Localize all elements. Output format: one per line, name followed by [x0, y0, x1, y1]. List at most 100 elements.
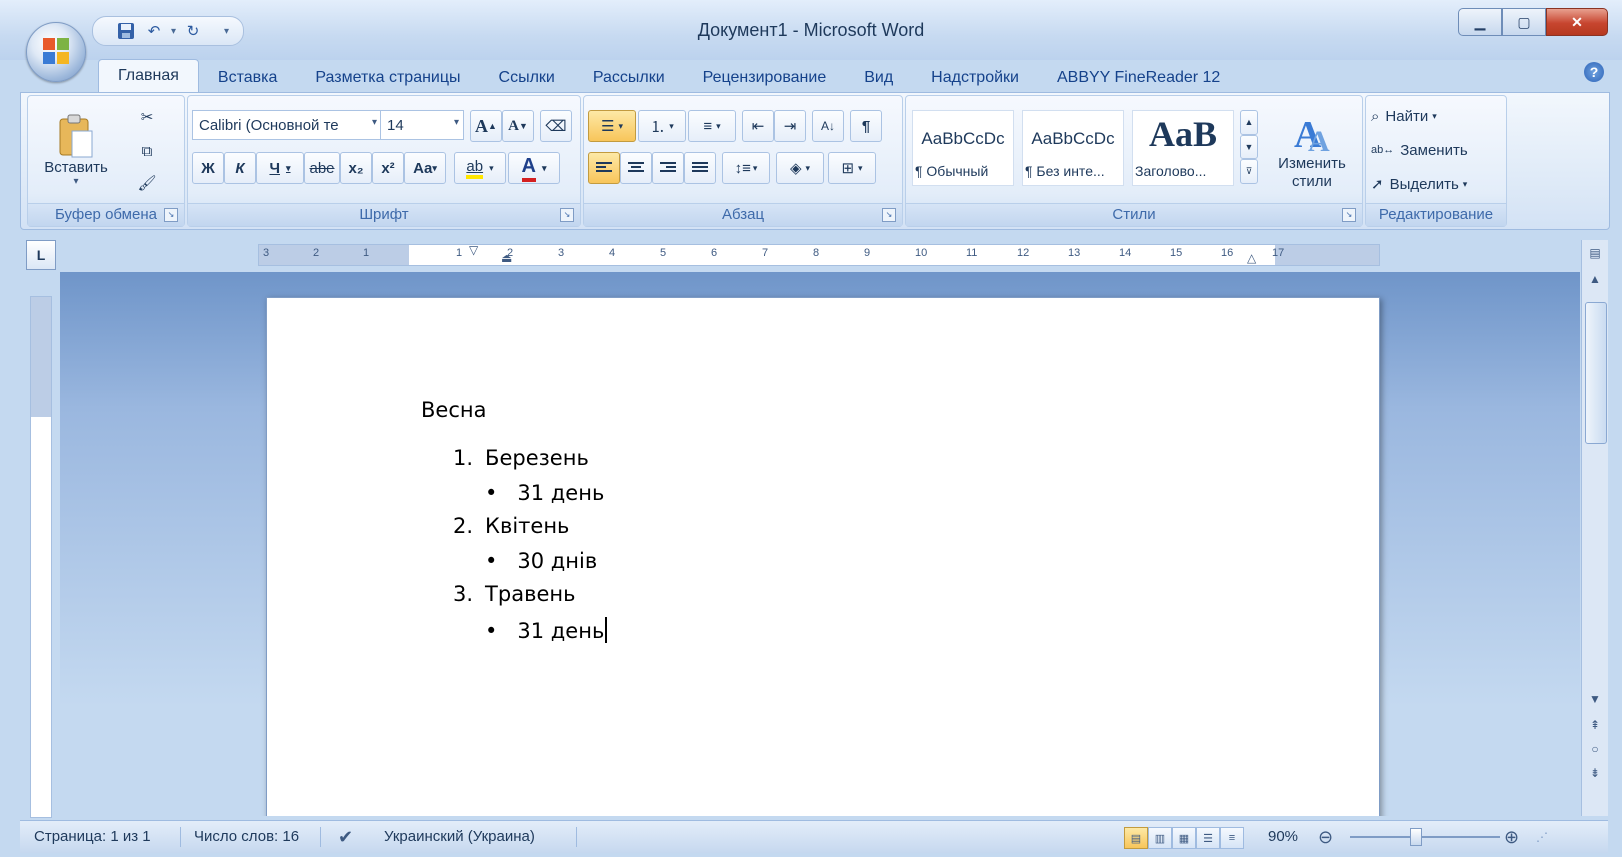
vertical-scrollbar[interactable]: ▤ ▲ ▼ ⇞ ○ ⇟ — [1581, 240, 1608, 816]
borders-button[interactable]: ⊞ ▾ — [828, 152, 876, 184]
zoom-in-icon[interactable]: ⊕ — [1504, 821, 1519, 853]
list-item[interactable]: 2. Квітень — [453, 514, 569, 538]
italic-button[interactable]: К — [224, 152, 256, 184]
zoom-out-icon[interactable]: ⊖ — [1318, 821, 1333, 853]
superscript-button[interactable]: x² — [372, 152, 404, 184]
language-indicator[interactable]: Украинский (Украина) — [384, 821, 535, 853]
multilevel-list-button[interactable]: ≡ ▾ — [688, 110, 736, 142]
list-subitem[interactable]: • 30 днів — [485, 549, 597, 573]
tab-references[interactable]: Ссылки — [480, 64, 574, 92]
shrink-font-button[interactable]: A ▼ — [502, 110, 534, 142]
tab-abbyy[interactable]: ABBYY FineReader 12 — [1038, 64, 1239, 92]
font-color-button[interactable]: A ▾ — [508, 152, 560, 184]
style-heading[interactable]: AaB Заголово... — [1132, 110, 1234, 186]
subscript-button[interactable]: x₂ — [340, 152, 372, 184]
list-subitem[interactable]: • 31 день — [485, 617, 608, 643]
vertical-ruler[interactable] — [30, 296, 52, 818]
font-name-combo[interactable]: Calibri (Основной те ▾ — [192, 110, 382, 140]
right-indent-marker[interactable]: △ — [1247, 251, 1256, 265]
underline-button[interactable]: Ч ▾ — [256, 152, 304, 184]
styles-launcher-icon[interactable]: ↘ — [1342, 208, 1356, 222]
scroll-down-icon[interactable]: ▼ — [1584, 688, 1606, 710]
cut-icon[interactable]: ✂ — [134, 104, 160, 130]
zoom-level[interactable]: 90% — [1268, 821, 1298, 853]
minimize-button[interactable]: ▁ — [1458, 8, 1502, 36]
change-styles-button[interactable]: A A Изменить стили — [1266, 100, 1358, 202]
doc-heading[interactable]: Весна — [421, 398, 486, 422]
style-no-spacing[interactable]: AaBbCcDc ¶ Без инте... — [1022, 110, 1124, 186]
horizontal-ruler[interactable]: 3 2 1 1 2 3 4 5 6 7 8 9 10 11 12 13 14 15 16 17 ▽ ⏏ △ — [258, 243, 1380, 266]
browse-object-icon[interactable]: ○ — [1584, 738, 1606, 760]
previous-page-icon[interactable]: ⇞ — [1584, 714, 1606, 736]
bold-button[interactable]: Ж — [192, 152, 224, 184]
scroll-up-icon[interactable]: ▲ — [1584, 268, 1606, 290]
hanging-indent-marker[interactable]: ⏏ — [501, 251, 512, 265]
maximize-button[interactable]: ▢ — [1502, 8, 1546, 36]
tab-insert[interactable]: Вставка — [199, 64, 296, 92]
tab-addins[interactable]: Надстройки — [912, 64, 1038, 92]
list-subitem[interactable]: • 31 день — [485, 481, 604, 505]
web-layout-icon[interactable]: ▦ — [1172, 827, 1196, 849]
strikethrough-button[interactable]: abe — [304, 152, 340, 184]
clipboard-launcher-icon[interactable]: ↘ — [164, 208, 178, 222]
ruler-toggle-icon[interactable]: ▤ — [1584, 242, 1606, 264]
tab-mailings[interactable]: Рассылки — [574, 64, 684, 92]
decrease-indent-button[interactable]: ⇤ — [742, 110, 774, 142]
help-icon[interactable]: ? — [1584, 62, 1604, 82]
align-left-button[interactable] — [588, 152, 620, 184]
select-button[interactable]: ➚ Выделить ▾ — [1370, 170, 1502, 198]
proofing-icon[interactable]: ✔ — [338, 821, 353, 853]
styles-more-icon[interactable]: ⊽ — [1240, 159, 1258, 185]
scroll-thumb[interactable] — [1585, 302, 1607, 444]
print-layout-icon[interactable]: ▤ — [1124, 827, 1148, 849]
ruler-number: 4 — [609, 247, 616, 259]
tab-home[interactable]: Главная — [98, 59, 199, 92]
page-indicator[interactable]: Страница: 1 из 1 — [34, 821, 151, 853]
editing-group-label: Редактирование — [1366, 203, 1506, 226]
resize-grip-icon[interactable]: ⋰ — [1536, 821, 1548, 853]
copy-icon[interactable]: ⧉ — [134, 138, 160, 164]
font-size-combo[interactable]: 14 ▾ — [380, 110, 464, 140]
document-page[interactable]: Весна 1. Березень • 31 день 2. Квітень • 30 … — [266, 297, 1380, 816]
line-spacing-button[interactable]: ↕≡ ▾ — [722, 152, 770, 184]
shading-button[interactable]: ◈ ▾ — [776, 152, 824, 184]
word-count[interactable]: Число слов: 16 — [194, 821, 299, 853]
zoom-slider[interactable] — [1350, 828, 1500, 846]
sort-button[interactable]: A↓ — [812, 110, 844, 142]
font-launcher-icon[interactable]: ↘ — [560, 208, 574, 222]
change-case-button[interactable]: Aa ▾ — [404, 152, 446, 184]
list-item[interactable]: 1. Березень — [453, 446, 589, 470]
outline-icon[interactable]: ☰ — [1196, 827, 1220, 849]
ruler-number: 11 — [966, 247, 978, 259]
paste-button[interactable]: Вставить ▾ — [36, 100, 116, 200]
format-painter-icon[interactable]: 🖌 — [134, 170, 160, 196]
next-page-icon[interactable]: ⇟ — [1584, 762, 1606, 784]
style-normal[interactable]: AaBbCcDc ¶ Обычный — [912, 110, 1014, 186]
tab-page-layout[interactable]: Разметка страницы — [296, 64, 479, 92]
zoom-slider-thumb[interactable] — [1410, 828, 1422, 846]
highlight-button[interactable]: ab ▾ — [454, 152, 506, 184]
show-marks-button[interactable]: ¶ — [850, 110, 882, 142]
tab-view[interactable]: Вид — [845, 64, 912, 92]
list-item[interactable]: 3. Травень — [453, 582, 575, 606]
numbering-button[interactable]: ⒈ ▾ — [638, 110, 686, 142]
styles-up-icon[interactable]: ▲ — [1240, 110, 1258, 135]
justify-button[interactable] — [684, 152, 716, 184]
paragraph-launcher-icon[interactable]: ↘ — [882, 208, 896, 222]
replace-button[interactable]: ab↔ Заменить — [1370, 136, 1502, 164]
bullets-button[interactable]: ☰ ▾ — [588, 110, 636, 142]
styles-down-icon[interactable]: ▼ — [1240, 134, 1258, 160]
first-indent-marker[interactable]: ▽ — [469, 243, 478, 257]
tab-review[interactable]: Рецензирование — [684, 64, 846, 92]
full-screen-reading-icon[interactable]: ▥ — [1148, 827, 1172, 849]
office-button[interactable] — [26, 22, 86, 82]
align-center-button[interactable] — [620, 152, 652, 184]
clear-formatting-icon[interactable]: ⌫ — [540, 110, 572, 142]
close-button[interactable]: ✕ — [1546, 8, 1608, 36]
align-right-button[interactable] — [652, 152, 684, 184]
increase-indent-button[interactable]: ⇥ — [774, 110, 806, 142]
draft-icon[interactable]: ≡ — [1220, 827, 1244, 849]
tab-selector[interactable]: L — [26, 240, 56, 270]
grow-font-button[interactable]: A ▲ — [470, 110, 502, 142]
find-button[interactable]: ⌕ Найти ▾ — [1370, 102, 1502, 130]
